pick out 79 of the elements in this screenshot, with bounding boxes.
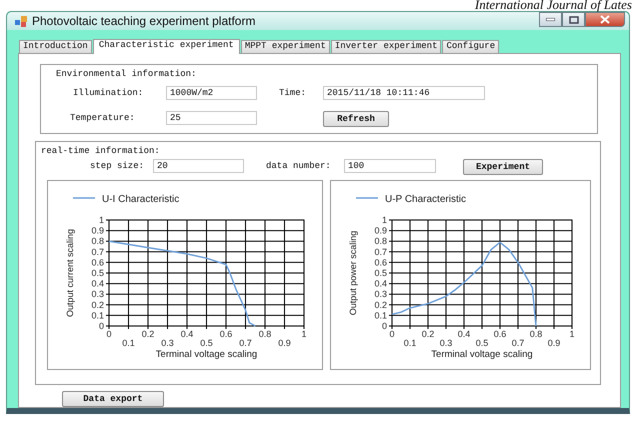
refresh-button[interactable]: Refresh bbox=[323, 111, 389, 127]
field-label: data number: bbox=[266, 160, 332, 170]
input-field[interactable]: 25 bbox=[166, 110, 257, 124]
tick-label: 0.9 bbox=[548, 338, 560, 348]
journal-header: International Journal of Lates bbox=[474, 0, 632, 11]
group-title: real-time information: bbox=[41, 146, 161, 156]
tick-label: 0.7 bbox=[91, 246, 104, 257]
tick-label: 0.6 bbox=[374, 257, 387, 268]
tick-label: 0.6 bbox=[494, 329, 506, 339]
tick-label: 0.1 bbox=[404, 338, 416, 348]
tick-label: 0 bbox=[106, 329, 112, 339]
field-label: step size: bbox=[90, 160, 146, 170]
tick-label: 0.9 bbox=[91, 226, 104, 236]
tick-label: 0 bbox=[382, 321, 387, 331]
tick-label: 0.1 bbox=[374, 310, 387, 320]
input-field[interactable]: 100 bbox=[344, 158, 436, 172]
tick-label: 0.4 bbox=[91, 278, 104, 289]
minimize-button[interactable] bbox=[539, 12, 562, 27]
tick-label: 0.5 bbox=[200, 338, 213, 348]
tick-label: 0.2 bbox=[91, 300, 104, 310]
tick-label: 1 bbox=[98, 215, 104, 225]
tick-label: 0.4 bbox=[180, 329, 194, 339]
tick-label: 0.2 bbox=[142, 329, 154, 339]
tick-label: 0.9 bbox=[374, 226, 387, 236]
tick-label: 0.2 bbox=[374, 300, 387, 310]
maximize-button[interactable] bbox=[562, 12, 585, 27]
tab[interactable]: Inverter experiment bbox=[330, 40, 442, 53]
minimize-icon bbox=[546, 18, 555, 21]
tick-label: 0.7 bbox=[512, 338, 524, 348]
tick-label: 0.3 bbox=[91, 289, 104, 300]
tick-label: 0.9 bbox=[278, 338, 291, 348]
tick-label: 1 bbox=[570, 329, 574, 339]
tick-label: 1 bbox=[382, 215, 387, 225]
legend-label: U-I Characteristic bbox=[102, 194, 180, 205]
axis-title: Output power scaling bbox=[348, 230, 358, 316]
tick-label: 0.8 bbox=[91, 236, 104, 246]
tick-label: 0.5 bbox=[476, 338, 488, 348]
input-field[interactable]: 1000W/m2 bbox=[166, 86, 257, 100]
tick-label: 0.4 bbox=[374, 278, 387, 289]
tick-label: 0.1 bbox=[91, 310, 104, 320]
close-icon bbox=[600, 15, 610, 24]
app-icon bbox=[15, 16, 27, 26]
tick-label: 0.6 bbox=[220, 329, 232, 339]
tick-label: 0 bbox=[98, 321, 104, 331]
tick-label: 0.8 bbox=[530, 329, 542, 339]
axis-title: Terminal voltage scaling bbox=[431, 349, 533, 360]
field-label: Time: bbox=[279, 88, 308, 98]
maximize-icon bbox=[568, 16, 578, 24]
export-button[interactable]: Data export bbox=[62, 391, 164, 407]
tick-label: 0.5 bbox=[374, 268, 387, 278]
tick-label: 0.3 bbox=[374, 289, 387, 300]
field-label: Temperature: bbox=[70, 112, 136, 122]
field-label: Illumination: bbox=[73, 88, 144, 98]
tab[interactable]: Characteristic experiment bbox=[92, 39, 240, 54]
tick-label: 0.7 bbox=[374, 246, 387, 257]
tick-label: 0.1 bbox=[122, 338, 135, 348]
tab[interactable]: Introduction bbox=[19, 40, 92, 53]
tick-label: 0.8 bbox=[258, 329, 272, 339]
input-field[interactable]: 2015/11/18 10:11:46 bbox=[323, 86, 485, 100]
tick-label: 0.7 bbox=[239, 338, 252, 348]
axis-title: Terminal voltage scaling bbox=[156, 349, 258, 360]
window-title: Photovoltaic teaching experiment platform bbox=[32, 14, 256, 28]
legend-label: U-P Characteristic bbox=[385, 194, 466, 205]
close-button[interactable] bbox=[585, 12, 625, 27]
tab[interactable]: Configure bbox=[442, 40, 500, 53]
tick-label: 0.3 bbox=[161, 338, 174, 348]
axis-title: Output current scaling bbox=[65, 228, 75, 318]
tick-label: 0.4 bbox=[458, 329, 470, 339]
tick-label: 0.6 bbox=[91, 257, 104, 268]
tick-label: 0.8 bbox=[374, 236, 387, 246]
tick-label: 0.2 bbox=[422, 329, 434, 339]
tick-label: 0.3 bbox=[440, 338, 452, 348]
experiment-button[interactable]: Experiment bbox=[463, 159, 543, 175]
tick-label: 1 bbox=[302, 329, 306, 339]
tab[interactable]: MPPT experiment bbox=[240, 40, 330, 53]
input-field[interactable]: 20 bbox=[153, 158, 244, 172]
tick-label: 0 bbox=[390, 329, 394, 339]
tick-label: 0.5 bbox=[91, 268, 104, 278]
group-title: Environmental information: bbox=[56, 69, 198, 79]
